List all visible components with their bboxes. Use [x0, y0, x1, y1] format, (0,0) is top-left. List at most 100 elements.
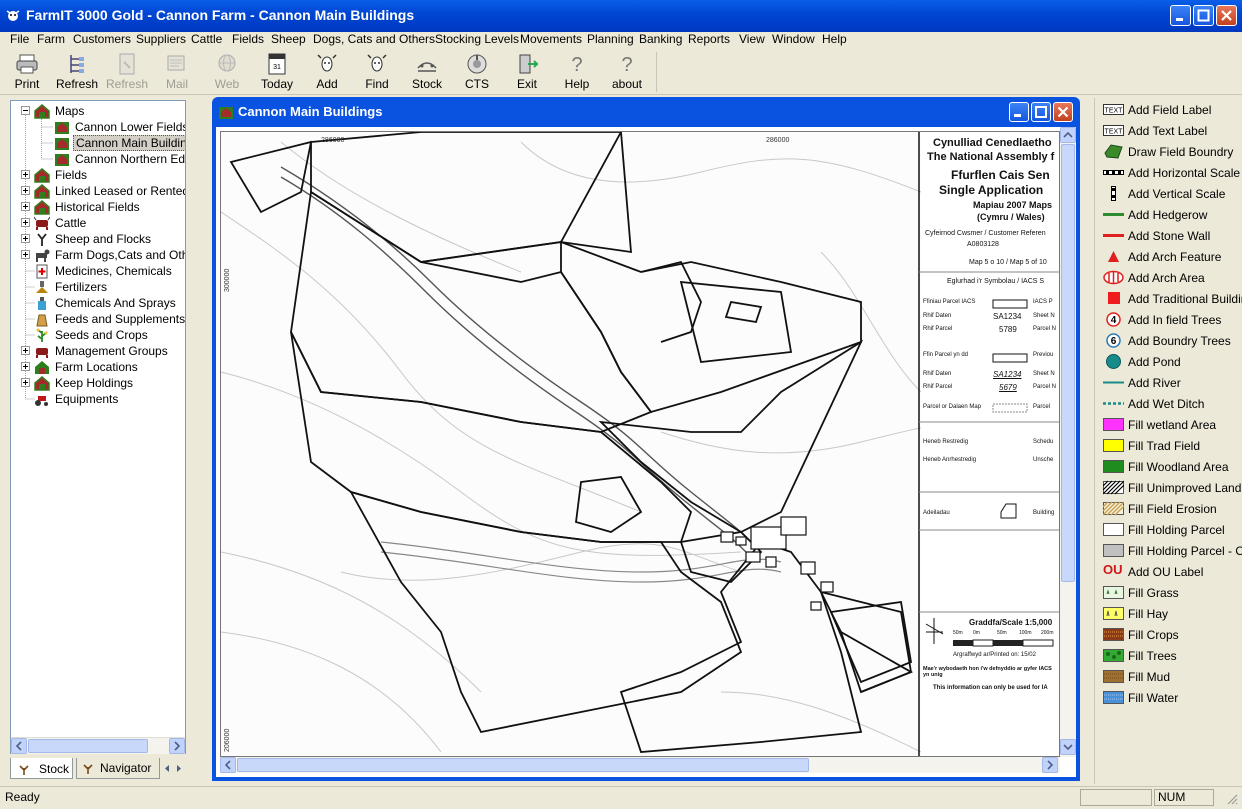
scale-tick: 200m: [1041, 630, 1054, 636]
collapse-icon[interactable]: [21, 106, 30, 115]
cts-button[interactable]: CTS: [452, 52, 502, 92]
resize-grip-icon[interactable]: [1226, 793, 1238, 805]
printer-icon: [16, 54, 38, 74]
minimize-button[interactable]: [1170, 5, 1191, 26]
tab-navigator[interactable]: Navigator: [76, 758, 160, 779]
scroll-up-button[interactable]: [1060, 127, 1076, 143]
num-lock-indicator: NUM: [1158, 790, 1186, 804]
scroll-thumb[interactable]: [28, 739, 148, 753]
menu-stocking-levels[interactable]: Stocking Levels: [435, 32, 519, 46]
window-title: FarmIT 3000 Gold - Cannon Farm - Cannon …: [26, 7, 415, 23]
menu-dogs-cats[interactable]: Dogs, Cats and Others: [313, 32, 435, 46]
web-button[interactable]: Web: [202, 52, 252, 92]
expand-icon[interactable]: [21, 250, 30, 259]
map-header-line: Mapiau 2007 Maps: [973, 200, 1053, 210]
map-window-icon: [219, 107, 233, 119]
menu-movements[interactable]: Movements: [520, 32, 582, 46]
legend-row-code: 5789: [999, 325, 1017, 334]
today-button[interactable]: 31 Today: [252, 52, 302, 92]
expand-icon[interactable]: [21, 346, 30, 355]
menu-suppliers[interactable]: Suppliers: [136, 32, 186, 46]
scroll-left-button[interactable]: [220, 757, 236, 773]
menu-planning[interactable]: Planning: [587, 32, 634, 46]
vertical-scale-icon: [1111, 186, 1116, 201]
expand-icon[interactable]: [21, 202, 30, 211]
stone-wall-line-icon: [1103, 234, 1124, 237]
customer-ref: A0803128: [967, 241, 999, 248]
tab-scroll-arrows[interactable]: [162, 761, 184, 776]
hay-pattern-icon: [1103, 607, 1124, 620]
print-button[interactable]: Print: [2, 52, 52, 92]
add-button[interactable]: Add: [302, 52, 352, 92]
menu-banking[interactable]: Banking: [639, 32, 682, 46]
cow-find-icon: [367, 54, 387, 72]
group-icon: [36, 348, 48, 358]
expand-icon[interactable]: [21, 170, 30, 179]
menu-reports[interactable]: Reports: [688, 32, 730, 46]
map-header-line: (Cymru / Wales): [977, 212, 1045, 222]
navigator-tree[interactable]: Maps Cannon Lower Fields Cannon Main Bui…: [10, 100, 186, 754]
menu-fields[interactable]: Fields: [232, 32, 264, 46]
menu-window[interactable]: Window: [772, 32, 815, 46]
map-viewport[interactable]: 286000 286000 300000 206000 Cynulliad Ce…: [216, 127, 1076, 777]
child-close-button[interactable]: [1053, 102, 1073, 122]
menu-view[interactable]: View: [739, 32, 765, 46]
crop-icon: [36, 328, 48, 342]
legend-row-right: Parcel N: [1033, 326, 1057, 332]
child-minimize-button[interactable]: [1009, 102, 1029, 122]
map-horizontal-scrollbar[interactable]: [220, 757, 1060, 773]
refresh-tree-button[interactable]: Refresh: [52, 52, 102, 92]
find-button[interactable]: Find: [352, 52, 402, 92]
toolbar: Print Refresh Refresh Mail Web 31 Today …: [0, 50, 1242, 95]
scale-tick: 50m: [997, 630, 1007, 636]
map-vertical-scrollbar[interactable]: [1060, 127, 1076, 757]
map-header-line: Single Application: [939, 183, 1044, 197]
menu-file[interactable]: File: [10, 32, 29, 46]
stock-button[interactable]: Stock: [402, 52, 452, 92]
scroll-right-button[interactable]: [169, 738, 185, 754]
legend-title: Eglurhad i'r Symbolau / IACS S: [947, 278, 1045, 285]
menu-cattle[interactable]: Cattle: [191, 32, 222, 46]
expand-icon[interactable]: [21, 186, 30, 195]
bottom-tabs: Stock Navigator: [10, 758, 186, 780]
expand-icon[interactable]: [21, 362, 30, 371]
river-line-icon: [1103, 381, 1124, 384]
menu-sheep[interactable]: Sheep: [271, 32, 306, 46]
app-cow-icon: [6, 10, 20, 21]
expand-icon[interactable]: [21, 234, 30, 243]
legend-row-right: Unsche: [1033, 457, 1054, 463]
map-window[interactable]: Cannon Main Buildings 286000 286000 3000…: [212, 97, 1080, 781]
child-maximize-button[interactable]: [1031, 102, 1051, 122]
scroll-right-button[interactable]: [1042, 757, 1058, 773]
iacs-map-image[interactable]: 286000 286000 300000 206000 Cynulliad Ce…: [220, 131, 1060, 757]
tree-horizontal-scrollbar[interactable]: [11, 737, 185, 754]
help-button[interactable]: ? Help: [552, 52, 602, 92]
text-label-icon: TEXT: [1103, 125, 1124, 136]
legend-row-right: Parcel N: [1033, 384, 1057, 390]
maximize-button[interactable]: [1193, 5, 1214, 26]
traditional-building-square-icon: [1108, 292, 1120, 304]
tree-refresh-icon: [70, 55, 84, 73]
expand-icon[interactable]: [21, 378, 30, 387]
mail-button[interactable]: Mail: [152, 52, 202, 92]
cow-icon: [34, 216, 50, 230]
title-bar[interactable]: FarmIT 3000 Gold - Cannon Farm - Cannon …: [0, 0, 1242, 32]
menu-help[interactable]: Help: [822, 32, 847, 46]
menu-farm[interactable]: Farm: [37, 32, 65, 46]
wetland-fill-icon: [1103, 418, 1124, 431]
exit-button[interactable]: Exit: [502, 52, 552, 92]
sheep-icon: [37, 233, 47, 246]
refresh-page-button[interactable]: Refresh: [102, 52, 152, 92]
scroll-down-button[interactable]: [1060, 739, 1076, 755]
tab-stock[interactable]: Stock: [10, 758, 73, 779]
about-button[interactable]: ? about: [602, 52, 652, 92]
scroll-thumb[interactable]: [1061, 144, 1075, 582]
expand-icon[interactable]: [21, 218, 30, 227]
horizontal-scale-icon: [1103, 170, 1124, 175]
close-button[interactable]: [1216, 5, 1237, 26]
scroll-left-button[interactable]: [11, 738, 27, 754]
scroll-thumb[interactable]: [237, 758, 809, 772]
menu-customers[interactable]: Customers: [73, 32, 131, 46]
map-barn-icon: [55, 154, 69, 166]
legend-row-label: Rhif Parcel: [923, 384, 953, 390]
